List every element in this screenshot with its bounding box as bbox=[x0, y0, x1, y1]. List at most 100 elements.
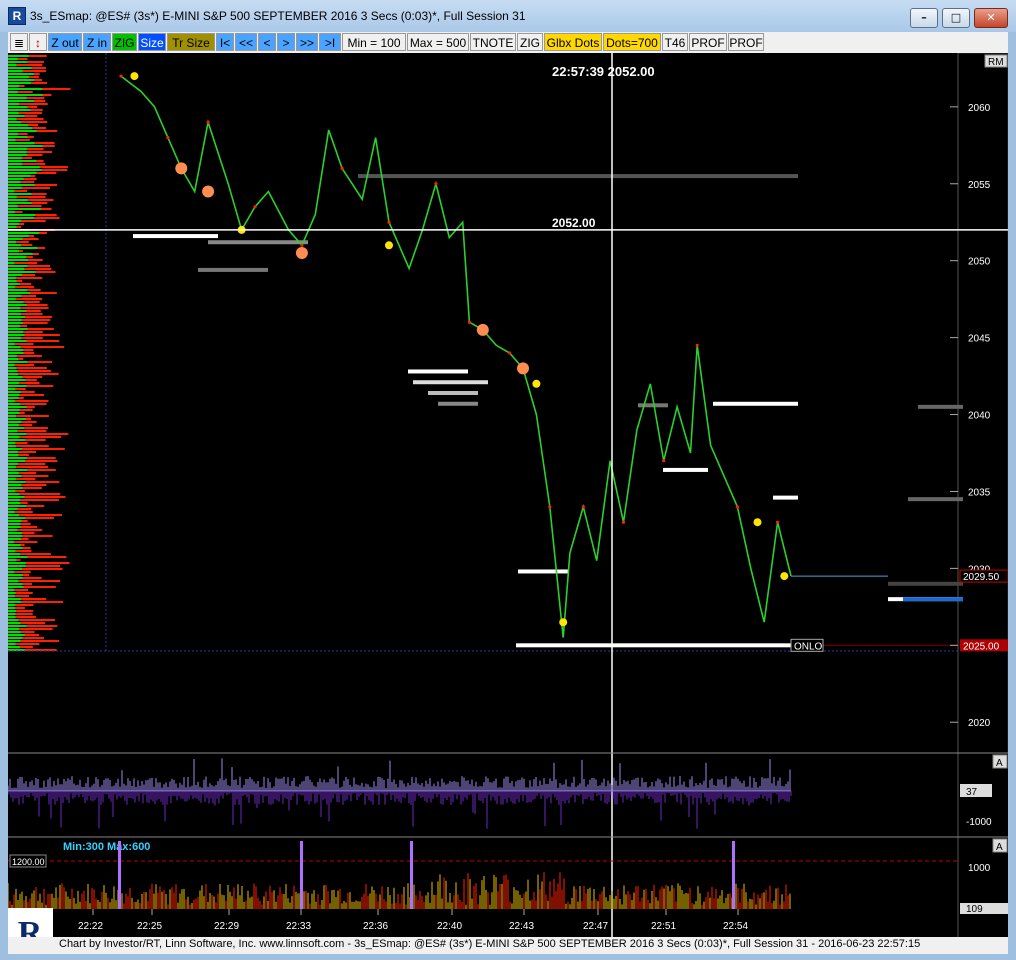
profile-bar-green bbox=[8, 154, 28, 156]
toolbar-button-4[interactable]: ZIG bbox=[112, 33, 137, 51]
chart-area[interactable]: ONLO 22:57:39 2052.00 2052.00 2060 2055 2050 2… bbox=[8, 53, 1008, 937]
price-tick-mark bbox=[548, 505, 552, 509]
toolbar-button-14[interactable]: Max = 500 bbox=[407, 33, 469, 51]
profile-bar-green bbox=[8, 580, 19, 582]
toolbar-button-15[interactable]: TNOTE bbox=[470, 33, 516, 51]
toolbar-button-0[interactable]: ≣ bbox=[10, 33, 28, 51]
profile-bar-green bbox=[8, 262, 15, 264]
profile-bar-green bbox=[8, 493, 20, 495]
profile-bar-green bbox=[8, 529, 18, 531]
toolbar-button-11[interactable]: >> bbox=[296, 33, 318, 51]
profile-bar-green bbox=[8, 193, 32, 195]
profile-bar-green bbox=[8, 325, 21, 327]
profile-bar-green bbox=[8, 538, 21, 540]
toolbar-button-5[interactable]: Size bbox=[138, 33, 166, 51]
profile-bar-green bbox=[8, 334, 25, 336]
profile-bar-green bbox=[8, 133, 19, 135]
profile-bar-green bbox=[8, 571, 15, 573]
profile-bar-green bbox=[8, 637, 23, 639]
toolbar-button-3[interactable]: Z in bbox=[83, 33, 111, 51]
price-tick-mark bbox=[735, 505, 740, 509]
profile-bar-green bbox=[8, 487, 23, 489]
profile-bar-green bbox=[8, 298, 16, 300]
profile-bar-green bbox=[8, 574, 23, 576]
profile-bar-green bbox=[8, 598, 21, 600]
order-bar bbox=[438, 401, 478, 406]
close-button[interactable]: ✕ bbox=[974, 8, 1008, 28]
glbx-dot bbox=[780, 572, 789, 581]
price-tick-label: 2060 bbox=[968, 103, 991, 114]
toolbar-button-16[interactable]: ZIG bbox=[517, 33, 543, 51]
profile-bar-green bbox=[8, 121, 22, 123]
profile-bar-green bbox=[8, 550, 16, 552]
price-tick-mark bbox=[387, 220, 391, 224]
price-chart[interactable]: ONLO 22:57:39 2052.00 2052.00 2060 2055 2050 2… bbox=[8, 53, 1008, 937]
profile-bar-green bbox=[8, 427, 25, 429]
profile-bar-green bbox=[8, 472, 19, 474]
order-bar bbox=[133, 234, 218, 239]
profile-bar-green bbox=[8, 115, 25, 117]
toolbar-button-21[interactable]: PROF bbox=[728, 33, 764, 51]
toolbar-button-19[interactable]: T46 bbox=[662, 33, 688, 51]
profile-bar-green bbox=[8, 316, 26, 318]
glbx-dot bbox=[130, 72, 139, 81]
toolbar-button-13[interactable]: Min = 100 bbox=[342, 33, 406, 51]
price-tick-label: 2035 bbox=[968, 487, 991, 498]
time-tick-label: 22:25 bbox=[137, 921, 162, 932]
profile-bar-green bbox=[8, 187, 23, 189]
title-bar: R 3s_ESmap: @ES# (3s*) E-MINI S&P 500 SE… bbox=[0, 0, 1016, 32]
price-tick-label: 2040 bbox=[968, 411, 991, 422]
toolbar-button-2[interactable]: Z out bbox=[48, 33, 82, 51]
profile-bar-green bbox=[8, 544, 21, 546]
profile-bar-green bbox=[8, 70, 23, 72]
profile-bar-green bbox=[8, 97, 27, 99]
price-tick-mark bbox=[776, 520, 780, 524]
profile-bar-green bbox=[8, 628, 20, 630]
profile-bar-green bbox=[8, 226, 17, 228]
profile-bar-green bbox=[8, 454, 19, 456]
minimize-button[interactable]: – bbox=[910, 8, 938, 28]
profile-bar-green bbox=[8, 91, 18, 93]
toolbar-button-8[interactable]: << bbox=[235, 33, 257, 51]
threshold-label: 1200.00 bbox=[12, 857, 45, 867]
profile-bar-green bbox=[8, 157, 22, 159]
profile-bar-green bbox=[8, 499, 21, 501]
status-bar: Chart by Investor/RT, Linn Software, Inc… bbox=[8, 937, 1008, 954]
profile-bar-green bbox=[8, 553, 21, 555]
app-icon[interactable]: R bbox=[8, 7, 26, 25]
toolbar-button-1[interactable]: ↕ bbox=[29, 33, 47, 51]
toolbar-button-10[interactable]: > bbox=[277, 33, 295, 51]
profile-bar-green bbox=[8, 412, 20, 414]
profile-bar-green bbox=[8, 100, 35, 102]
toolbar-button-7[interactable]: I< bbox=[216, 33, 234, 51]
profile-bar-green bbox=[8, 478, 16, 480]
toolbar-button-6[interactable]: Tr Size bbox=[167, 33, 215, 51]
profile-bar-green bbox=[8, 160, 37, 162]
tick-spike bbox=[300, 841, 303, 909]
profile-bar-green bbox=[8, 418, 26, 420]
profile-bar-green bbox=[8, 367, 17, 369]
profile-bar-green bbox=[8, 322, 23, 324]
toolbar-button-9[interactable]: < bbox=[258, 33, 276, 51]
profile-bar-green bbox=[8, 166, 40, 168]
profile-bar-green bbox=[8, 79, 35, 81]
profile-bar-green bbox=[8, 502, 21, 504]
price-line bbox=[120, 75, 792, 638]
order-bar bbox=[888, 581, 963, 586]
profile-bar-green bbox=[8, 631, 21, 633]
profile-bar-green bbox=[8, 607, 16, 609]
restore-button[interactable]: □ bbox=[942, 8, 970, 28]
profile-bar-green bbox=[8, 112, 19, 114]
profile-bar-green bbox=[8, 190, 15, 192]
toolbar-button-18[interactable]: Dots=700 bbox=[603, 33, 661, 51]
profile-bar-green bbox=[8, 385, 27, 387]
profile-bar-green bbox=[8, 370, 18, 372]
toolbar-button-20[interactable]: PROF bbox=[689, 33, 727, 51]
profile-bar-green bbox=[8, 178, 24, 180]
profile-bar-green bbox=[8, 496, 25, 498]
toolbar-button-12[interactable]: >I bbox=[319, 33, 341, 51]
profile-bar-green bbox=[8, 337, 22, 339]
toolbar-button-17[interactable]: Glbx Dots bbox=[544, 33, 602, 51]
big-dot bbox=[476, 323, 489, 336]
profile-bar-green bbox=[8, 511, 15, 513]
